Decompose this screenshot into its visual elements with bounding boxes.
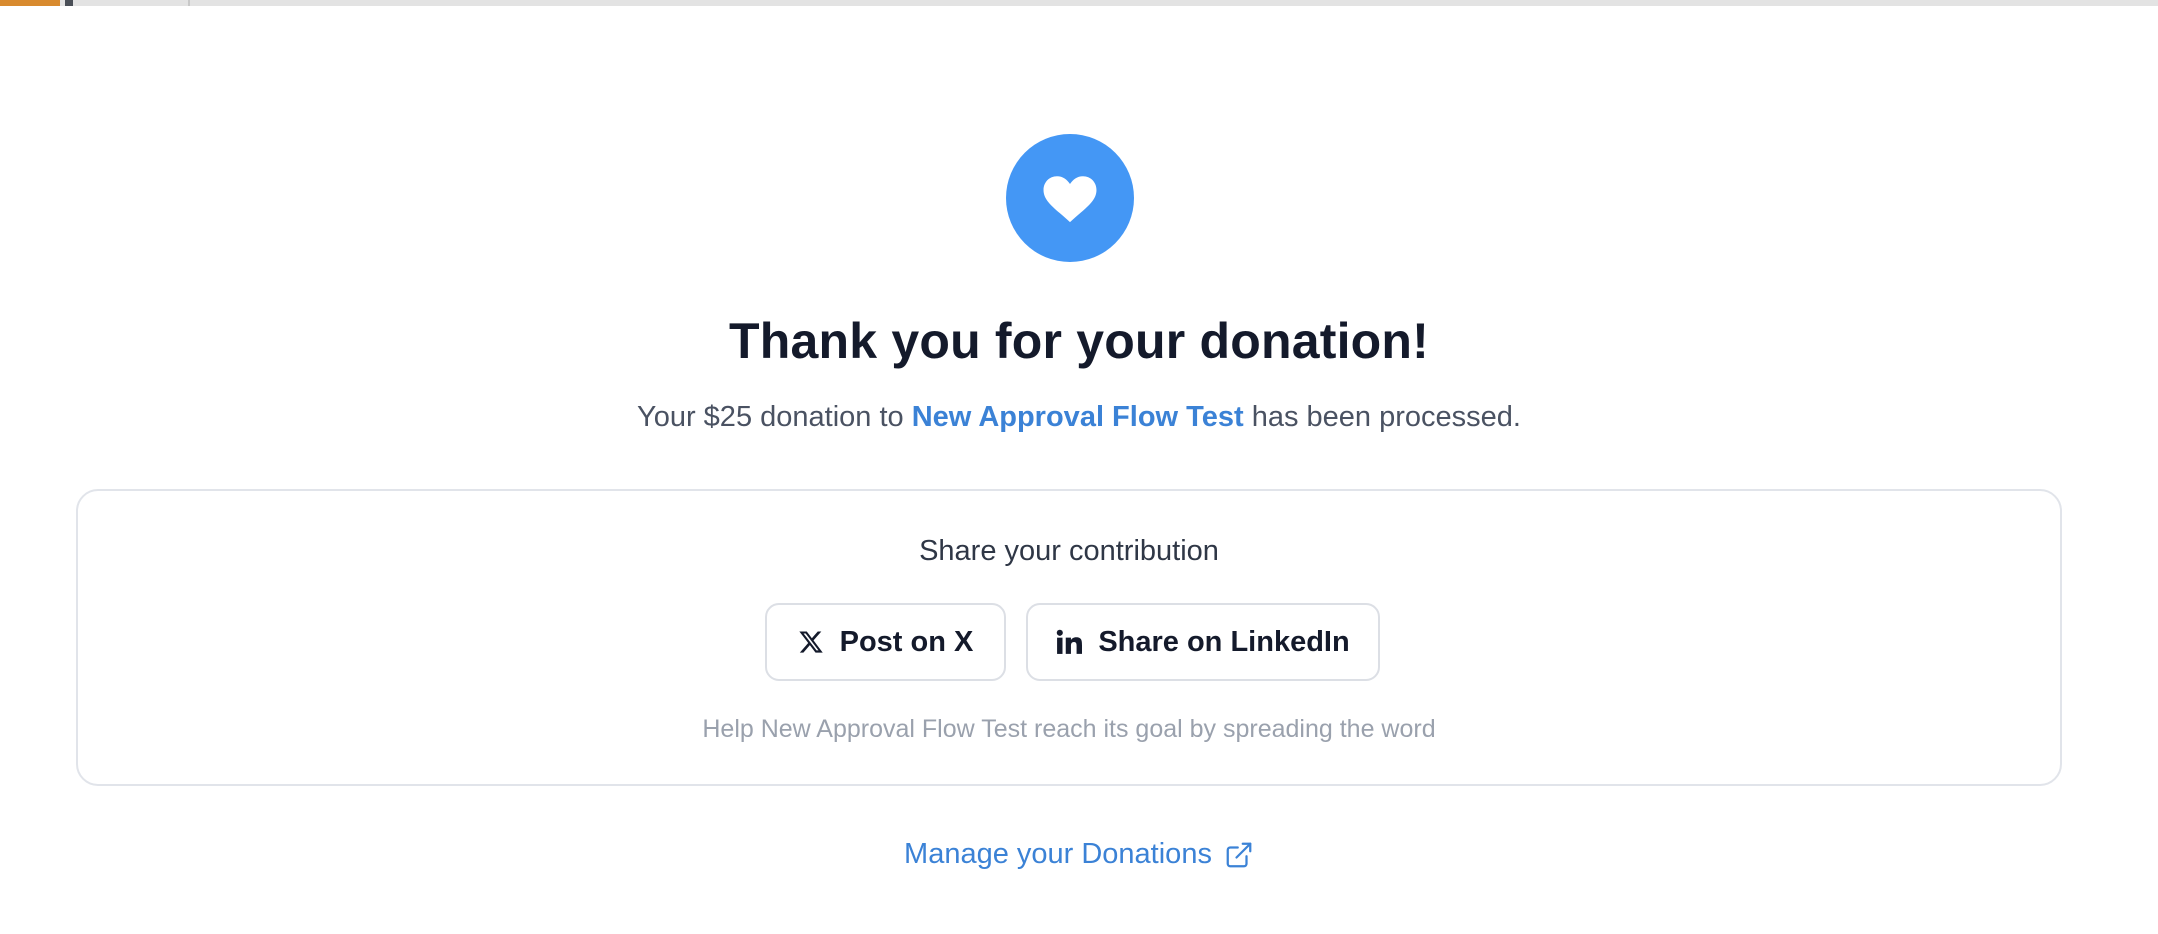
share-help-text: Help New Approval Flow Test reach its go… [702, 715, 1436, 743]
share-heading: Share your contribution [919, 535, 1219, 567]
x-logo-icon [798, 629, 824, 655]
page-title: Thank you for your donation! [728, 313, 1429, 369]
top-strip-divider [188, 0, 190, 6]
summary-prefix: Your $25 donation to [637, 401, 912, 433]
post-on-x-label: Post on X [839, 625, 974, 658]
summary-suffix: has been processed. [1243, 401, 1521, 433]
campaign-link[interactable]: New Approval Flow Test [912, 401, 1244, 433]
donation-summary: Your $25 donation to New Approval Flow T… [0, 401, 2158, 434]
top-strip-marker [65, 0, 73, 6]
external-link-icon [1224, 840, 1254, 870]
share-on-linkedin-button[interactable]: Share on LinkedIn [1026, 603, 1380, 681]
heart-badge [1006, 134, 1134, 262]
manage-donations-label: Manage your Donations [904, 838, 1212, 870]
share-card: Share your contribution Post on X Share … [76, 489, 2062, 786]
manage-donations-link[interactable]: Manage your Donations [0, 838, 2158, 871]
donation-confirmation-page: Thank you for your donation! Your $25 do… [0, 0, 2158, 934]
heart-icon [1043, 176, 1097, 223]
top-strip-accent [0, 0, 60, 6]
linkedin-icon [1056, 629, 1083, 655]
top-progress-strip [0, 0, 2158, 6]
post-on-x-button[interactable]: Post on X [765, 603, 1006, 681]
share-on-linkedin-label: Share on LinkedIn [1098, 625, 1350, 658]
